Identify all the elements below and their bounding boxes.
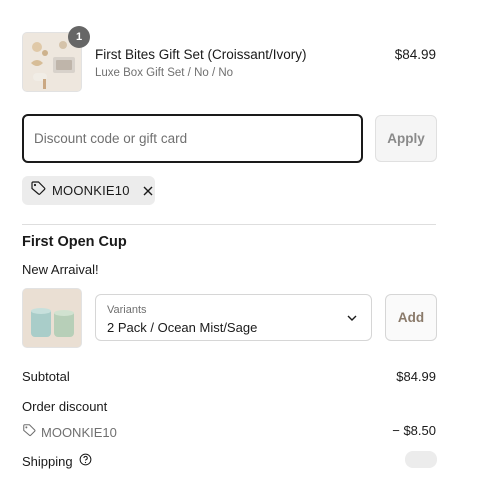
help-icon[interactable] [79, 453, 92, 469]
subtotal-value: $84.99 [396, 369, 436, 384]
product-variant: Luxe Box Gift Set / No / No [95, 67, 234, 79]
apply-discount-button[interactable]: Apply [375, 115, 437, 162]
order-discount-amount: − $8.50 [392, 423, 436, 438]
variant-select-label: Variants [107, 304, 147, 316]
chevron-down-icon [345, 311, 359, 325]
upsell-subtitle: New Arraival! [22, 262, 99, 277]
order-discount-label: Order discount [22, 399, 108, 414]
add-upsell-button[interactable]: Add [385, 294, 437, 341]
section-divider [22, 224, 436, 225]
discount-code-input[interactable] [22, 114, 363, 163]
variant-select-value: 2 Pack / Ocean Mist/Sage [107, 320, 258, 335]
subtotal-label: Subtotal [22, 369, 70, 384]
upsell-title: First Open Cup [22, 234, 127, 250]
close-icon[interactable] [142, 184, 155, 198]
order-discount-code: MOONKIE10 [41, 425, 117, 440]
cup-product-image [22, 288, 82, 348]
product-title: First Bites Gift Set (Croissant/Ivory) [95, 47, 307, 62]
quantity-badge: 1 [68, 26, 90, 48]
applied-discount-code: MOONKIE10 [52, 183, 130, 198]
shipping-label: Shipping [22, 453, 73, 469]
shipping-value-loading [405, 451, 437, 468]
cart-line-item: 1 First Bites Gift Set (Croissant/Ivory)… [22, 26, 436, 92]
tag-icon [30, 180, 46, 201]
order-discount-code-row: MOONKIE10 [22, 423, 117, 442]
applied-discount-chip: MOONKIE10 [22, 176, 155, 205]
product-price: $84.99 [394, 47, 436, 62]
variant-select[interactable]: Variants 2 Pack / Ocean Mist/Sage [95, 294, 372, 341]
shipping-row: Shipping [22, 453, 92, 469]
tag-icon [22, 423, 36, 442]
